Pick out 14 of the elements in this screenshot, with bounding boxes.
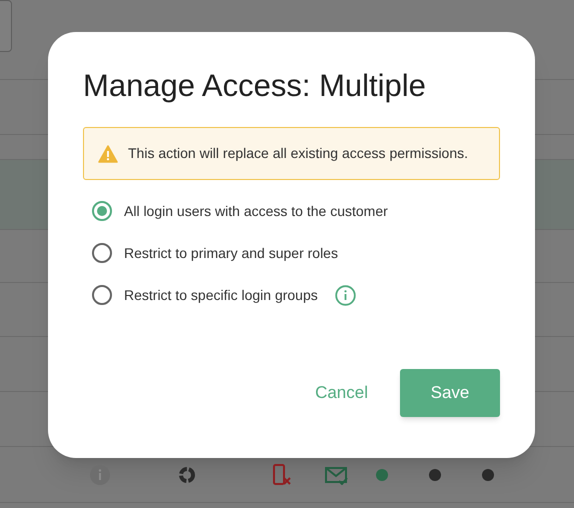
radio-button[interactable] <box>92 285 112 305</box>
info-icon <box>90 464 110 484</box>
dialog-title: Manage Access: Multiple <box>83 68 427 104</box>
ring-icon <box>178 466 196 484</box>
radio-button[interactable] <box>92 201 112 221</box>
mail-check-icon <box>324 464 348 484</box>
warning-text: This action will replace all existing access permissions. <box>128 144 468 163</box>
info-icon[interactable] <box>334 284 356 306</box>
option-label[interactable]: Restrict to specific login groups <box>124 284 318 306</box>
option-label[interactable]: Restrict to primary and super roles <box>124 242 338 264</box>
phone-cross-icon <box>272 464 292 486</box>
radio-button[interactable] <box>92 243 112 263</box>
option-label[interactable]: All login users with access to the customer <box>124 200 388 222</box>
warning-icon <box>98 144 118 162</box>
